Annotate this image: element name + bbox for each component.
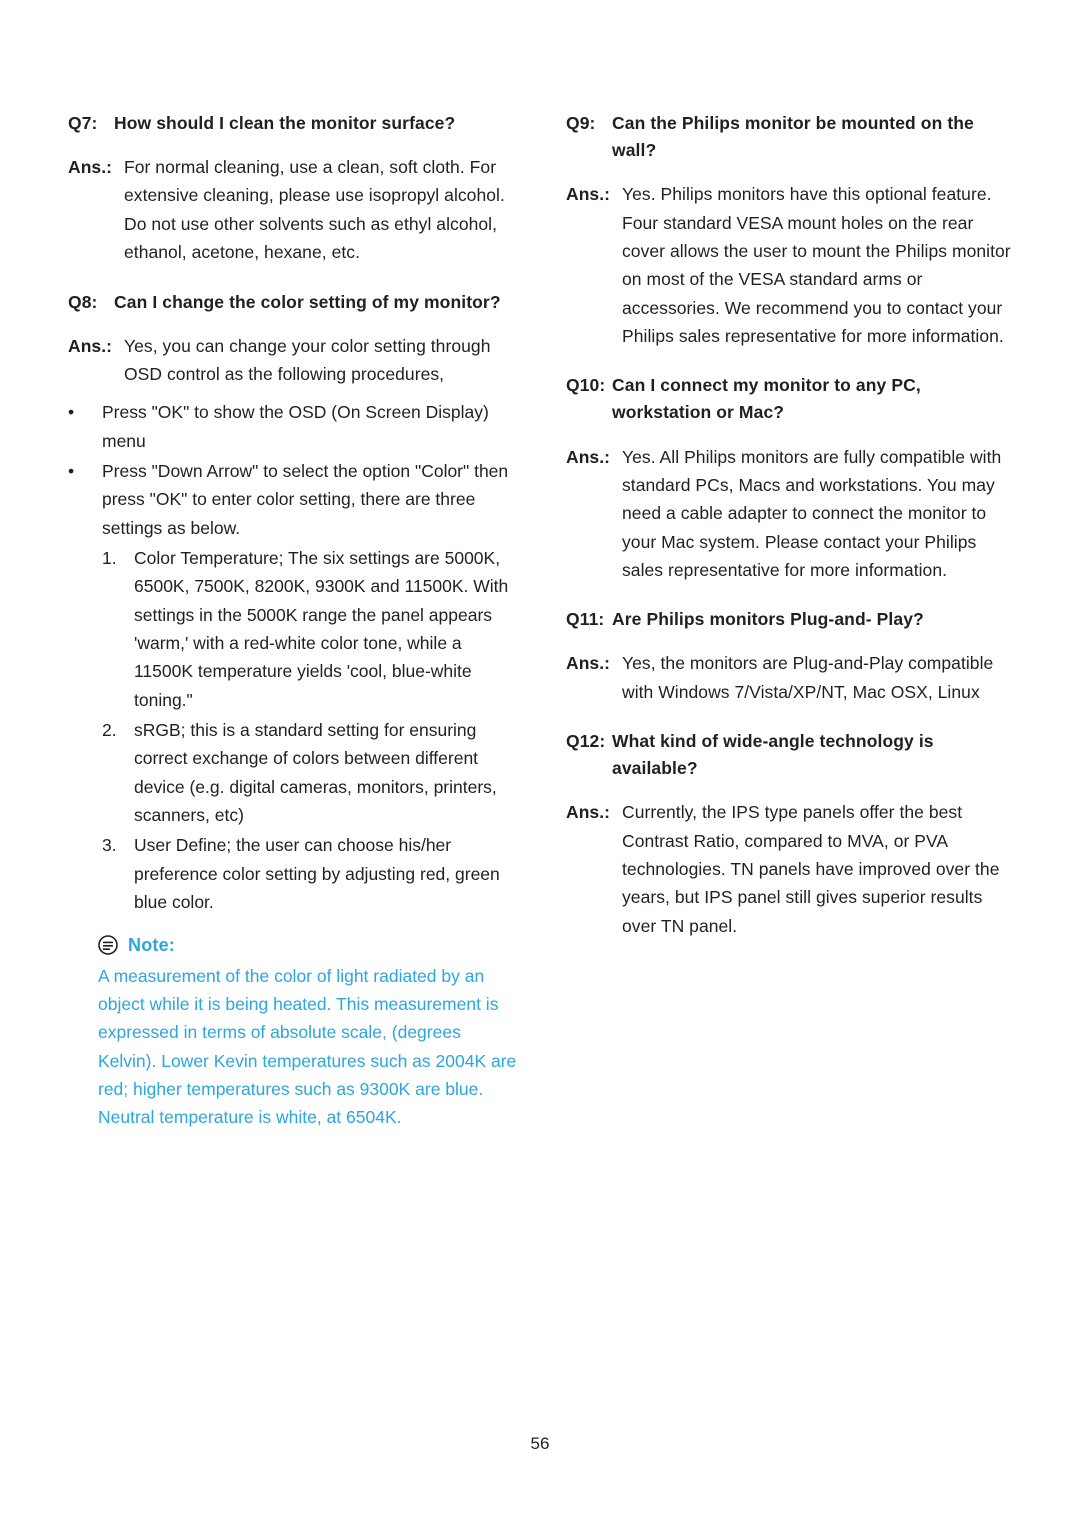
two-column-layout: Q7: How should I clean the monitor surfa… (68, 110, 1018, 1132)
answer-q11: Ans.: Yes, the monitors are Plug-and-Pla… (566, 649, 1018, 706)
note-body: A measurement of the color of light radi… (98, 965, 517, 1128)
list-item: • Press "OK" to show the OSD (On Screen … (68, 398, 520, 455)
q8-ans-label: Ans.: (68, 335, 112, 356)
q9-text: Can the Philips monitor be mounted on th… (612, 113, 974, 161)
bullet-text: Press "OK" to show the OSD (On Screen Di… (102, 402, 489, 451)
note-header: Note: (68, 935, 520, 956)
page-number: 56 (530, 1434, 550, 1453)
question-q7: Q7: How should I clean the monitor surfa… (68, 110, 520, 137)
q7-text: How should I clean the monitor surface? (114, 113, 456, 133)
right-column: Q9: Can the Philips monitor be mounted o… (566, 110, 1018, 1132)
q8-text: Can I change the color setting of my mon… (114, 291, 501, 312)
q8-ans-text: Yes, you can change your color setting t… (124, 335, 491, 384)
answer-q10: Ans.: Yes. All Philips monitors are full… (566, 443, 1018, 585)
q9-ans-label: Ans.: (566, 184, 610, 205)
q12-text: What kind of wide-angle technology is av… (612, 731, 934, 779)
q7-ans-text: For normal cleaning, use a clean, soft c… (124, 157, 505, 263)
q8-numbered-list: 1. Color Temperature; The six settings a… (68, 544, 520, 916)
q11-ans-label: Ans.: (566, 653, 610, 674)
list-item: 2. sRGB; this is a standard setting for … (68, 716, 520, 829)
list-item: 1. Color Temperature; The six settings a… (68, 544, 520, 714)
q10-ans-text: Yes. All Philips monitors are fully comp… (622, 446, 1002, 580)
number-marker: 3. (102, 835, 117, 856)
q7-ans-label: Ans.: (68, 157, 112, 178)
q12-label: Q12: (566, 731, 606, 752)
q11-label: Q11: (566, 609, 605, 630)
q11-text: Are Philips monitors Plug-and- Play? (612, 609, 924, 630)
q12-ans-text: Currently, the IPS type panels offer the… (622, 802, 1000, 936)
number-text: sRGB; this is a standard setting for ens… (134, 720, 497, 826)
q8-label: Q8: (68, 291, 98, 312)
question-q11: Q11: Are Philips monitors Plug-and- Play… (566, 606, 1018, 633)
answer-q9: Ans.: Yes. Philips monitors have this op… (566, 180, 1018, 350)
answer-q12: Ans.: Currently, the IPS type panels off… (566, 798, 1018, 940)
number-marker: 1. (102, 548, 117, 569)
document-page: Q7: How should I clean the monitor surfa… (0, 0, 1080, 1527)
bullet-marker: • (68, 402, 75, 423)
number-text: User Define; the user can choose his/her… (134, 835, 500, 913)
q7-label: Q7: (68, 113, 98, 133)
bullet-text: Press "Down Arrow" to select the option … (102, 461, 509, 538)
number-text: Color Temperature; The six settings are … (134, 548, 509, 710)
note-icon (98, 935, 118, 955)
question-q12: Q12: What kind of wide-angle technology … (566, 728, 1018, 782)
note-title: Note: (128, 934, 175, 955)
q12-ans-label: Ans.: (566, 802, 610, 823)
q10-label: Q10: (566, 375, 606, 396)
answer-q7: Ans.: For normal cleaning, use a clean, … (68, 153, 520, 266)
q10-text: Can I connect my monitor to any PC, work… (612, 375, 921, 423)
list-item: 3. User Define; the user can choose his/… (68, 831, 520, 916)
question-q8: Q8: Can I change the color setting of my… (68, 289, 520, 316)
list-item: • Press "Down Arrow" to select the optio… (68, 457, 520, 542)
q8-bullet-list: • Press "OK" to show the OSD (On Screen … (68, 398, 520, 542)
bullet-marker: • (68, 461, 75, 481)
number-marker: 2. (102, 720, 117, 741)
q9-label: Q9: (566, 113, 596, 133)
note-block: Note: A measurement of the color of ligh… (68, 935, 520, 1132)
q9-ans-text: Yes. Philips monitors have this optional… (622, 184, 1011, 346)
q11-ans-text: Yes, the monitors are Plug-and-Play comp… (622, 653, 994, 702)
question-q9: Q9: Can the Philips monitor be mounted o… (566, 110, 1018, 164)
question-q10: Q10: Can I connect my monitor to any PC,… (566, 372, 1018, 426)
left-column: Q7: How should I clean the monitor surfa… (68, 110, 520, 1132)
answer-q8: Ans.: Yes, you can change your color set… (68, 332, 520, 389)
q10-ans-label: Ans.: (566, 446, 610, 467)
